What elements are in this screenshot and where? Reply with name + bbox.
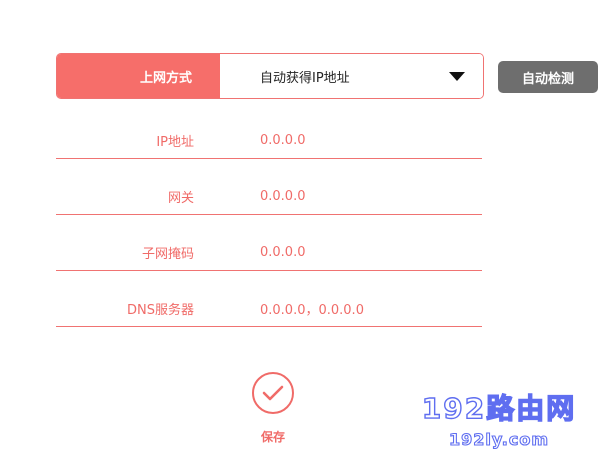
ip-address-value: 0.0.0.0 [260,132,306,148]
dns-server-label: DNS服务器 [127,302,194,318]
watermark-logo: 192路由网 192ly.com [421,391,576,449]
watermark-title: 192路由网 [422,392,576,425]
connection-type-row: 上网方式 自动获得IP地址 [56,53,484,99]
save-button[interactable]: 保存 [248,372,298,445]
connection-type-label: 上网方式 [57,54,220,98]
watermark-domain: 192ly.com [449,430,549,449]
ip-address-label: IP地址 [156,134,194,150]
auto-detect-button[interactable]: 自动检测 [498,61,598,93]
dns-server-row: DNS服务器 0.0.0.0，0.0.0.0 [56,290,482,327]
ip-address-row: IP地址 0.0.0.0 [56,122,482,159]
caret-down-icon [449,71,465,81]
gateway-value: 0.0.0.0 [260,188,306,204]
checkmark-icon [252,372,294,414]
subnet-mask-row: 子网掩码 0.0.0.0 [56,234,482,271]
connection-type-select[interactable]: 自动获得IP地址 [220,54,483,98]
connection-type-value: 自动获得IP地址 [260,70,350,86]
subnet-mask-value: 0.0.0.0 [260,244,306,260]
wan-settings-page: 上网方式 自动获得IP地址 自动检测 IP地址 0.0.0.0 网关 0.0.0… [0,0,600,456]
save-label: 保存 [260,430,285,444]
dns-server-value: 0.0.0.0，0.0.0.0 [260,302,364,318]
gateway-label: 网关 [167,190,194,206]
subnet-mask-label: 子网掩码 [141,246,194,262]
gateway-row: 网关 0.0.0.0 [56,178,482,215]
